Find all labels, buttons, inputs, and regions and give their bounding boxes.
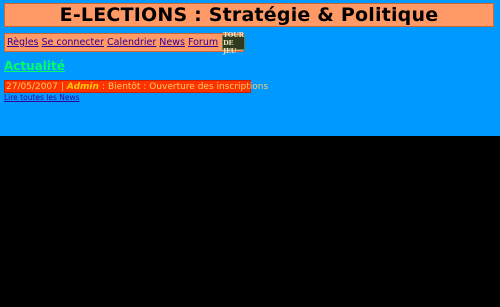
news-date: 27/05/2007: [6, 81, 58, 92]
nav-item-se-connecter[interactable]: Se connecter: [41, 37, 104, 48]
news-author: Admin: [66, 81, 99, 92]
nav-item-regles[interactable]: Règles: [7, 37, 38, 48]
page-content-area: E-LECTIONS : Stratégie & Politique Règle…: [0, 0, 500, 136]
news-colon: :: [101, 81, 105, 92]
main-nav: Règles Se connecter Calendrier News Foru…: [4, 31, 245, 55]
nav-item-calendrier[interactable]: Calendrier: [107, 37, 156, 48]
site-title: E-LECTIONS : Stratégie & Politique: [59, 4, 439, 26]
read-all-news-link[interactable]: Lire toutes les News: [4, 93, 80, 102]
news-headline[interactable]: Bientôt : Ouverture des inscriptions: [108, 82, 268, 92]
nav-item-news[interactable]: News: [159, 37, 185, 48]
nav-item-forum[interactable]: Forum: [188, 37, 218, 48]
tour-de-jeu-logo[interactable]: TOUR DE JEU: [222, 31, 245, 55]
section-title-actualite: Actualité: [4, 59, 65, 73]
news-item[interactable]: 27/05/2007 | Admin : Bientôt : Ouverture…: [4, 80, 268, 93]
site-title-bar: E-LECTIONS : Stratégie & Politique: [4, 3, 494, 27]
news-separator: |: [60, 81, 64, 92]
